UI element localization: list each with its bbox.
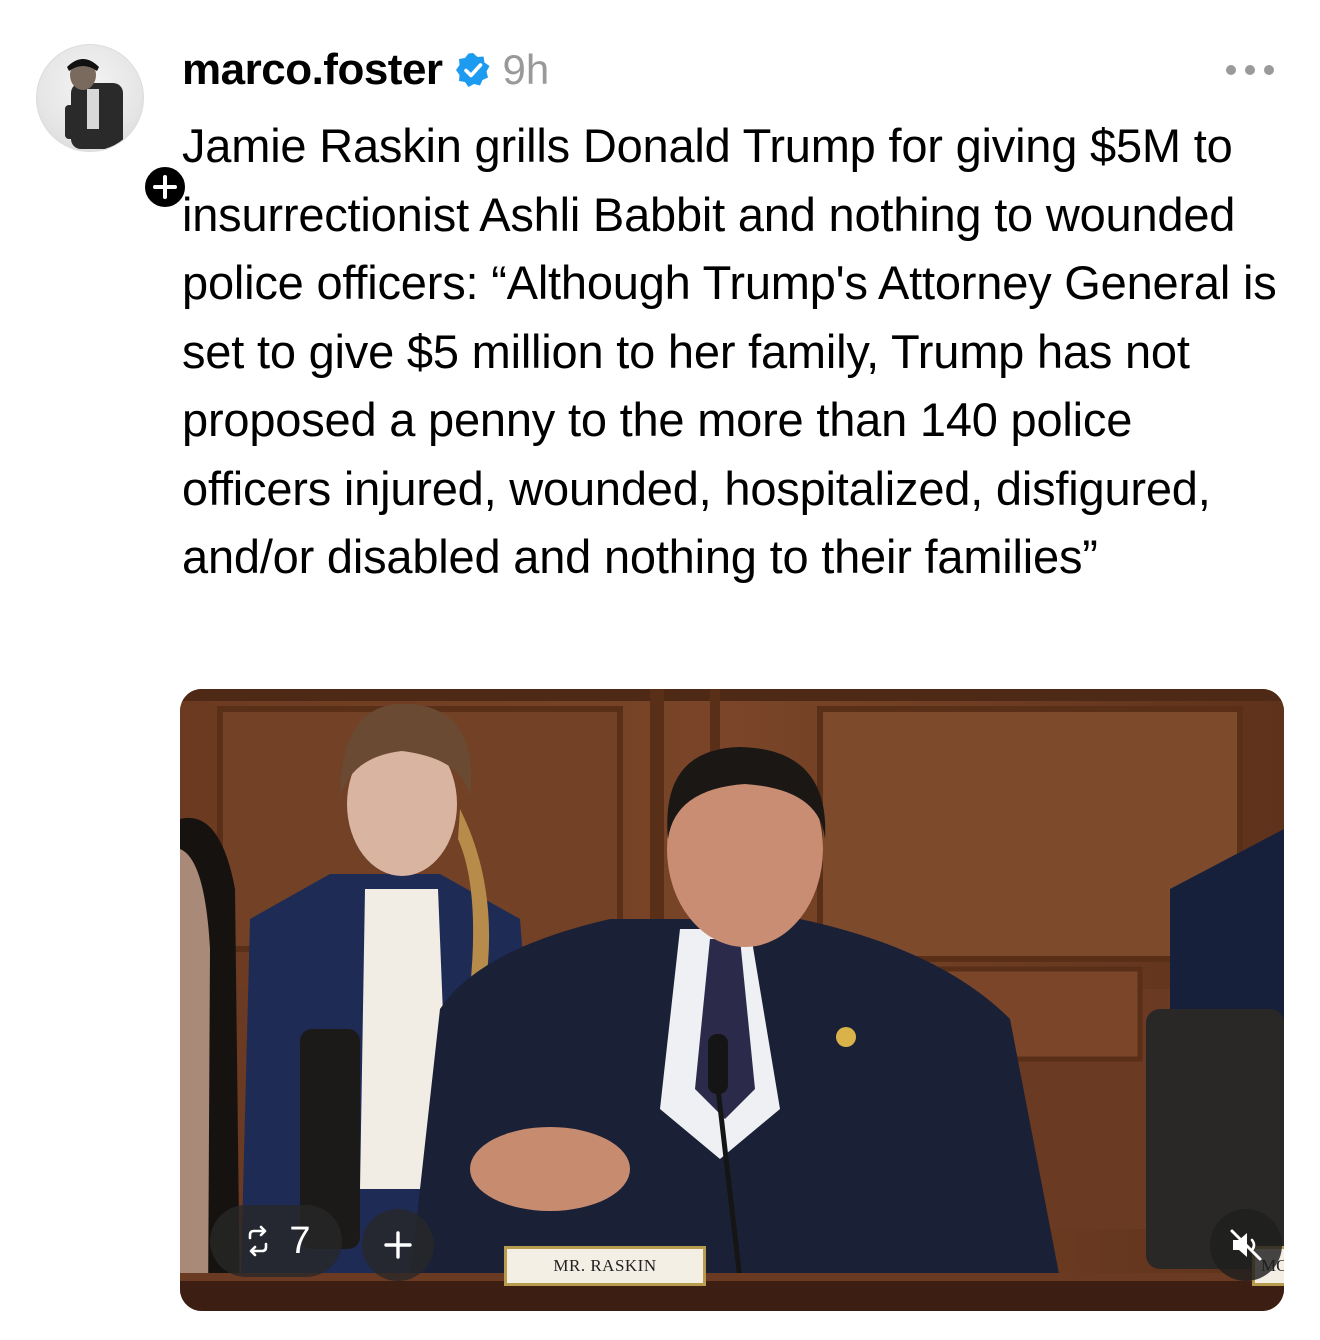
video-frame bbox=[180, 689, 1284, 1311]
repost-count: 7 bbox=[289, 1219, 311, 1262]
mute-toggle-button[interactable] bbox=[1210, 1209, 1282, 1281]
repost-icon bbox=[249, 1225, 268, 1257]
verified-badge-icon bbox=[455, 53, 490, 87]
speaker-muted-icon bbox=[1230, 1229, 1262, 1261]
add-button[interactable] bbox=[362, 1209, 434, 1281]
repost-button[interactable]: 7 bbox=[210, 1205, 342, 1277]
post-body-text: Jamie Raskin grills Donald Trump for giv… bbox=[182, 119, 1277, 583]
avatar-icon[interactable] bbox=[36, 44, 144, 152]
plus-icon bbox=[384, 1231, 412, 1259]
plus-icon bbox=[153, 175, 177, 199]
more-horizontal-icon bbox=[1264, 65, 1274, 75]
more-horizontal-icon bbox=[1245, 65, 1255, 75]
post-timestamp: 9h bbox=[502, 46, 550, 93]
username-link[interactable]: marco.foster bbox=[182, 45, 443, 95]
post-header: marco.foster 9h bbox=[182, 42, 549, 98]
nameplate-main: MR. RASKIN bbox=[504, 1246, 706, 1286]
author-avatar-container[interactable] bbox=[36, 44, 190, 212]
more-options-button[interactable] bbox=[1226, 58, 1274, 82]
more-horizontal-icon bbox=[1226, 65, 1236, 75]
video-player[interactable]: MR. RASKIN MO 7 bbox=[180, 689, 1284, 1311]
